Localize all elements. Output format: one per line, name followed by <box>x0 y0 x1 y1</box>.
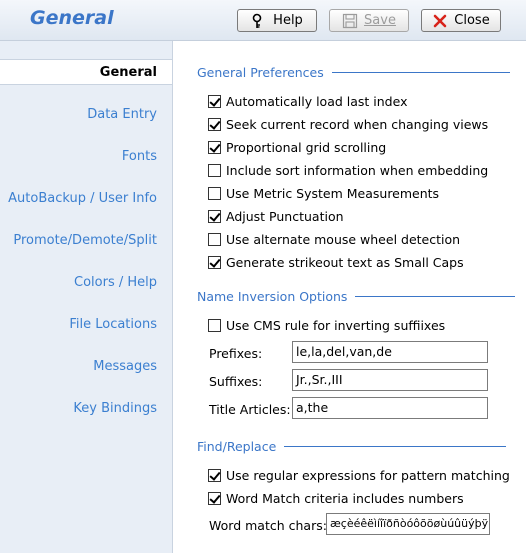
checkbox-label: Use alternate mouse wheel detection <box>226 231 461 247</box>
checkbox-label: Seek current record when changing views <box>226 116 489 132</box>
sidebar-item-file-locations[interactable]: File Locations <box>0 312 157 338</box>
help-button[interactable]: Help <box>237 9 317 32</box>
checkbox[interactable] <box>208 318 221 332</box>
close-label: Close <box>454 13 490 28</box>
checkbox[interactable] <box>208 186 221 200</box>
sidebar-item-promote-demote[interactable]: Promote/Demote/Split <box>0 228 157 254</box>
checkbox-label: Use Metric System Measurements <box>226 185 440 201</box>
checkbox[interactable] <box>208 117 221 131</box>
title-bar: General Help Save Close <box>0 0 526 41</box>
sidebar: General Data Entry Fonts AutoBackup / Us… <box>0 41 173 553</box>
key-icon <box>251 13 267 29</box>
sidebar-item-general[interactable]: General <box>0 59 172 85</box>
save-button[interactable]: Save <box>329 9 409 32</box>
checkbox-adjust-punctuation[interactable]: Adjust Punctuation <box>208 207 344 225</box>
suffixes-label: Suffixes: <box>209 374 263 389</box>
checkbox[interactable] <box>208 163 221 177</box>
title-articles-label: Title Articles: <box>209 402 291 417</box>
checkbox[interactable] <box>208 491 221 505</box>
checkbox[interactable] <box>208 140 221 154</box>
checkbox-label: Automatically load last index <box>226 93 408 109</box>
checkbox-cms-rule[interactable]: Use CMS rule for inverting suffiixes <box>208 316 445 334</box>
section-general-preferences: General Preferences <box>197 65 510 80</box>
section-title: General Preferences <box>197 65 324 80</box>
section-name-inversion: Name Inversion Options <box>197 289 516 304</box>
prefixes-field[interactable]: le,la,del,van,de <box>292 341 488 363</box>
section-divider <box>355 296 516 297</box>
checkbox-label: Include sort information when embedding <box>226 162 489 178</box>
sidebar-item-messages[interactable]: Messages <box>0 354 157 380</box>
prefixes-label: Prefixes: <box>209 346 263 361</box>
sidebar-item-key-bindings[interactable]: Key Bindings <box>0 396 157 422</box>
checkbox-label: Proportional grid scrolling <box>226 139 387 155</box>
close-icon <box>432 13 448 29</box>
close-button[interactable]: Close <box>421 9 501 32</box>
suffixes-field[interactable]: Jr.,Sr.,III <box>292 369 488 391</box>
checkbox-alternate-mouse-wheel[interactable]: Use alternate mouse wheel detection <box>208 230 460 248</box>
checkbox-label: Adjust Punctuation <box>226 208 344 224</box>
section-divider <box>331 72 510 73</box>
word-match-chars-field[interactable]: æçèéêëìíîïðñòóôõöøùúûüýþÿ <box>326 513 490 535</box>
checkbox-metric-system[interactable]: Use Metric System Measurements <box>208 184 439 202</box>
checkbox[interactable] <box>208 468 221 482</box>
checkbox-auto-load-index[interactable]: Automatically load last index <box>208 92 408 110</box>
save-label: Save <box>364 13 396 28</box>
sidebar-item-colors-help[interactable]: Colors / Help <box>0 270 157 296</box>
checkbox-label: Word Match criteria includes numbers <box>226 490 464 506</box>
checkbox[interactable] <box>208 255 221 269</box>
checkbox-include-sort-info[interactable]: Include sort information when embedding <box>208 161 488 179</box>
floppy-disk-icon <box>342 13 358 29</box>
checkbox-label: Use CMS rule for inverting suffiixes <box>226 317 446 333</box>
checkbox-proportional-scrolling[interactable]: Proportional grid scrolling <box>208 138 386 156</box>
checkbox-regular-expressions[interactable]: Use regular expressions for pattern matc… <box>208 466 510 484</box>
checkbox[interactable] <box>208 232 221 246</box>
checkbox-label: Use regular expressions for pattern matc… <box>226 467 510 483</box>
checkbox-seek-current-record[interactable]: Seek current record when changing views <box>208 115 488 133</box>
section-find-replace: Find/Replace <box>197 439 507 454</box>
page-title: General <box>30 7 114 29</box>
help-label: Help <box>273 13 303 28</box>
title-articles-field[interactable]: a,the <box>292 397 488 419</box>
checkbox-strikeout-small-caps[interactable]: Generate strikeout text as Small Caps <box>208 253 464 271</box>
word-match-chars-label: Word match chars: <box>209 518 327 533</box>
sidebar-item-autobackup[interactable]: AutoBackup / User Info <box>0 186 157 212</box>
sidebar-item-data-entry[interactable]: Data Entry <box>0 102 157 128</box>
section-title: Name Inversion Options <box>197 289 348 304</box>
sidebar-item-fonts[interactable]: Fonts <box>0 144 157 170</box>
checkbox-word-match-numbers[interactable]: Word Match criteria includes numbers <box>208 489 464 507</box>
section-divider <box>284 446 507 447</box>
settings-panel: General Preferences Automatically load l… <box>173 41 526 553</box>
checkbox[interactable] <box>208 94 221 108</box>
checkbox[interactable] <box>208 209 221 223</box>
checkbox-label: Generate strikeout text as Small Caps <box>226 254 464 270</box>
section-title: Find/Replace <box>197 439 277 454</box>
